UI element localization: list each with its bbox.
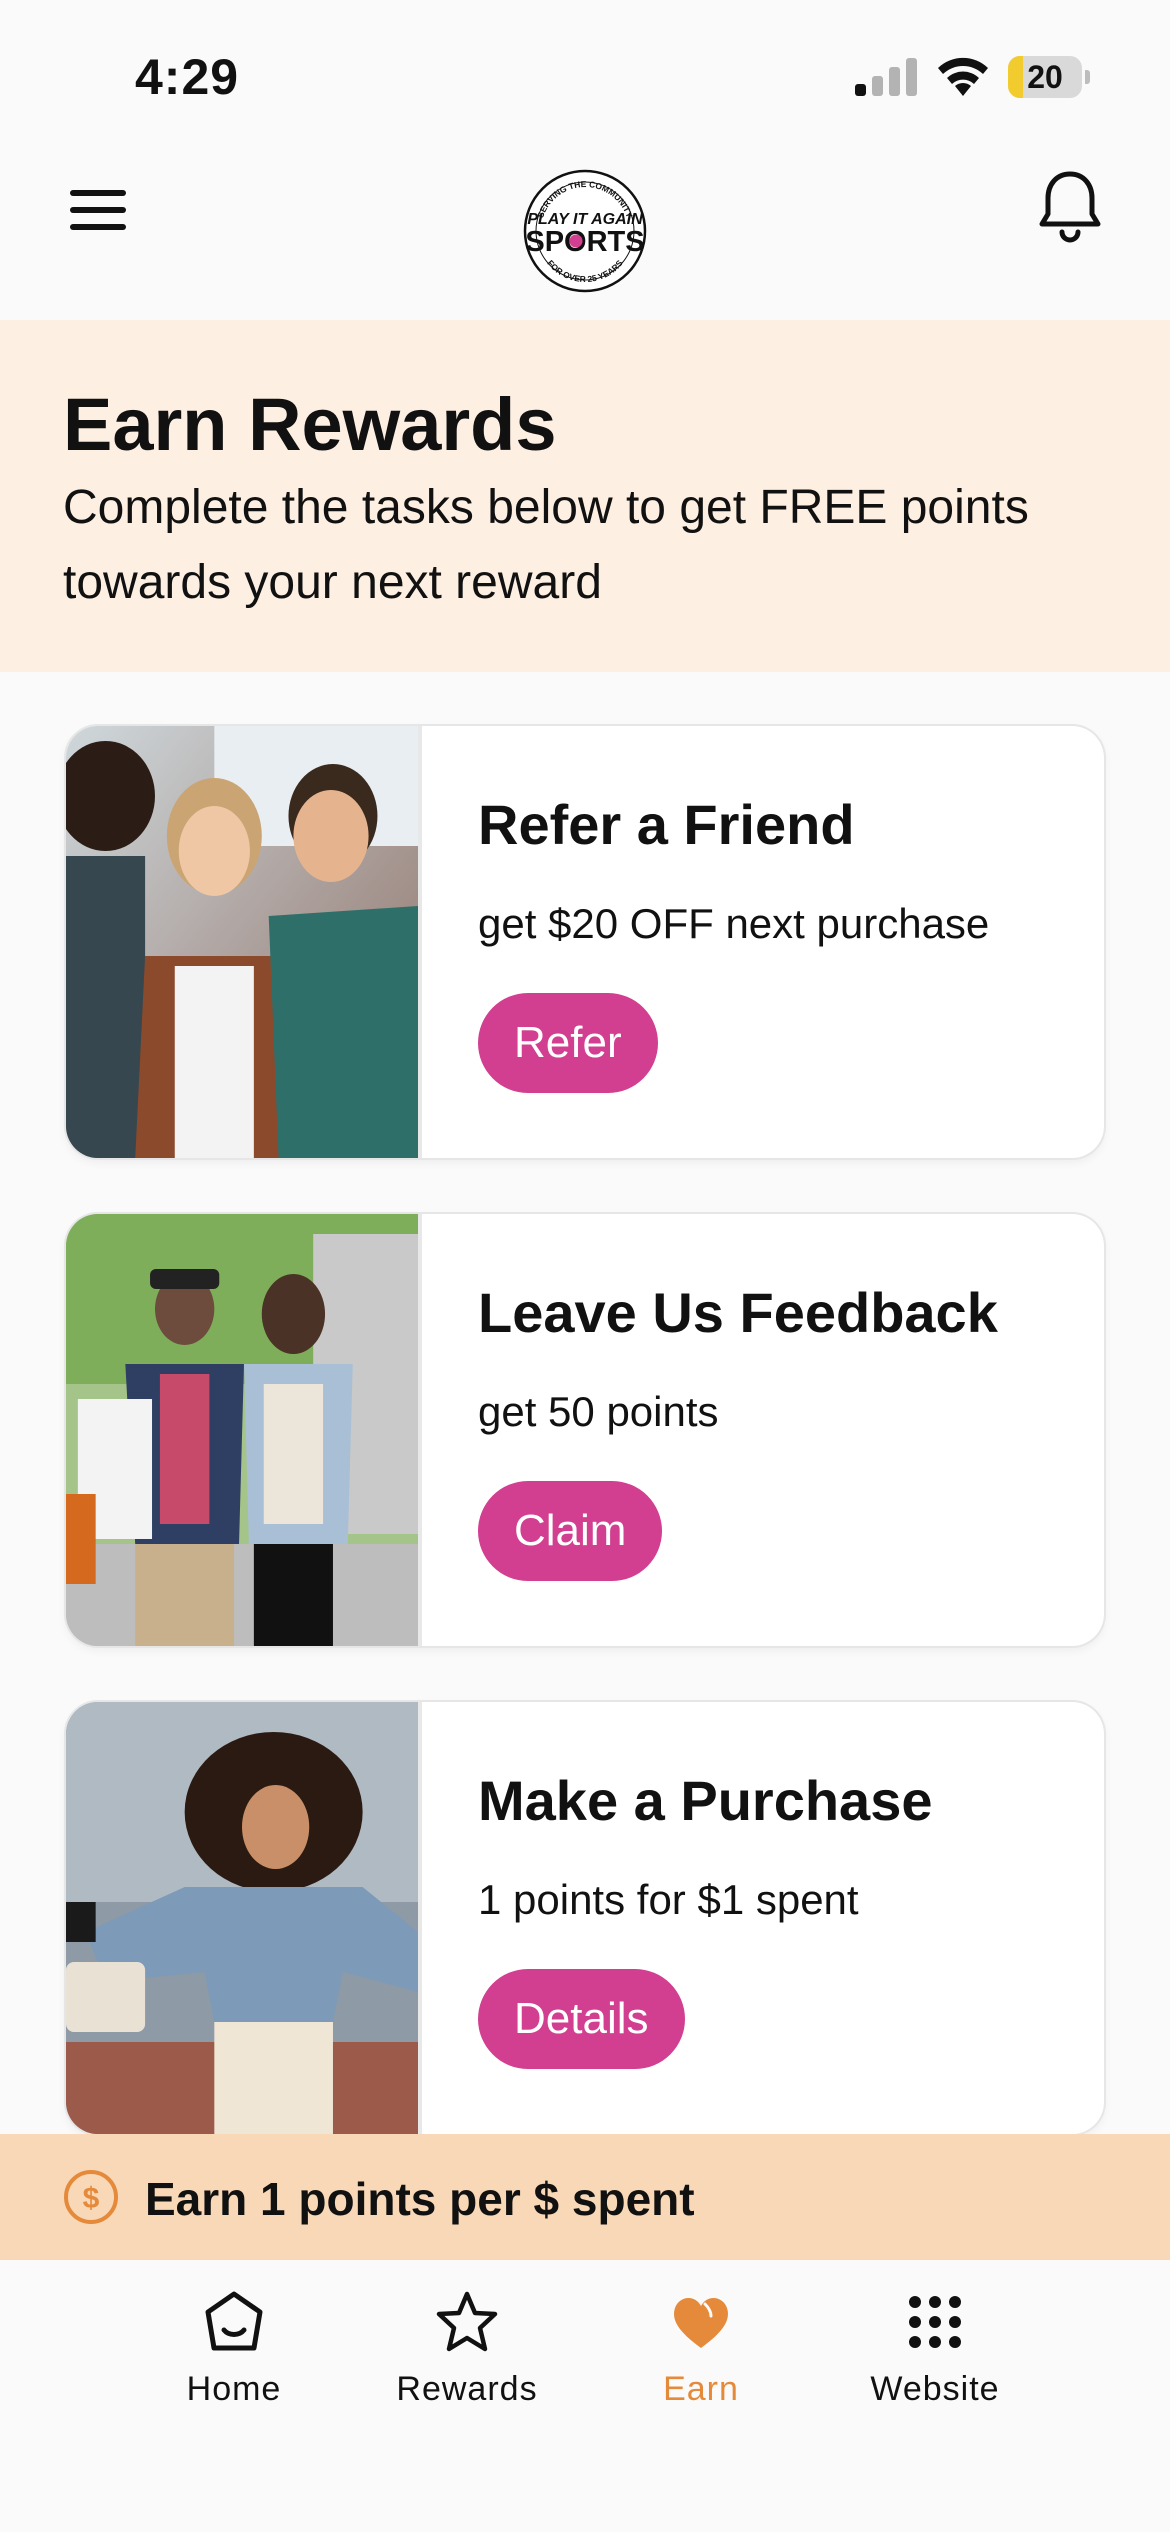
- svg-text:SPORTS: SPORTS: [525, 226, 644, 258]
- dollar-coin-icon: $: [64, 2170, 118, 2224]
- tab-rewards[interactable]: Rewards: [367, 2290, 567, 2410]
- tab-label: Rewards: [396, 2370, 538, 2408]
- page-subtitle: Complete the tasks below to get FREE poi…: [63, 481, 1029, 609]
- cellular-signal-icon: [855, 58, 917, 96]
- claim-button[interactable]: Claim: [478, 1481, 663, 1581]
- make-a-purchase-card[interactable]: Make a Purchase 1 points for $1 spent De…: [66, 1702, 1104, 2134]
- tab-label: Earn: [663, 2370, 739, 2408]
- hamburger-menu-icon[interactable]: [70, 188, 130, 232]
- card-description: get $20 OFF next purchase: [478, 900, 990, 947]
- bottom-tab-bar: Home Rewards Earn Website: [0, 2260, 1170, 2532]
- battery-level: 20: [1027, 59, 1063, 95]
- battery-indicator: 20: [1008, 56, 1090, 98]
- status-bar: 4:29 20: [0, 0, 1170, 150]
- status-time: 4:29: [135, 49, 240, 105]
- couple-shopping-photo: [66, 1214, 422, 1646]
- tab-website[interactable]: Website: [835, 2290, 1035, 2410]
- svg-text:$: $: [83, 2182, 100, 2215]
- leave-feedback-card[interactable]: Leave Us Feedback get 50 points Claim: [66, 1214, 1104, 1646]
- card-description: 1 points for $1 spent: [478, 1876, 859, 1923]
- refer-button[interactable]: Refer: [478, 993, 658, 1093]
- tab-earn[interactable]: Earn: [601, 2290, 801, 2410]
- play-it-again-sports-logo[interactable]: SERVING THE COMMUNITY PLAY IT AGAIN SPOR…: [519, 168, 651, 294]
- details-button[interactable]: Details: [478, 1969, 685, 2069]
- earn-rate-text: Earn 1 points per $ spent: [145, 2173, 695, 2225]
- wifi-icon: [938, 57, 988, 96]
- earn-rewards-hero: Earn Rewards Complete the tasks below to…: [0, 320, 1170, 672]
- grid-icon: [909, 2296, 961, 2348]
- earn-points-banner: $ Earn 1 points per $ spent: [0, 2134, 1170, 2260]
- refer-a-friend-card[interactable]: Refer a Friend get $20 OFF next purchase…: [66, 726, 1104, 1158]
- bell-icon[interactable]: [1038, 170, 1102, 246]
- woman-jumping-photo: [66, 1702, 422, 2134]
- star-icon: [436, 2291, 498, 2352]
- card-title: Refer a Friend: [478, 793, 855, 856]
- card-description: get 50 points: [478, 1388, 719, 1435]
- friends-laughing-photo: [66, 726, 422, 1158]
- tab-label: Home: [186, 2370, 282, 2408]
- heart-icon: [674, 2297, 728, 2348]
- home-icon: [205, 2291, 263, 2351]
- page-title: Earn Rewards: [63, 383, 557, 466]
- tab-label: Website: [870, 2370, 1000, 2408]
- card-title: Make a Purchase: [478, 1769, 933, 1832]
- tab-home[interactable]: Home: [134, 2290, 334, 2410]
- app-header: SERVING THE COMMUNITY PLAY IT AGAIN SPOR…: [0, 150, 1170, 320]
- card-title: Leave Us Feedback: [478, 1281, 998, 1344]
